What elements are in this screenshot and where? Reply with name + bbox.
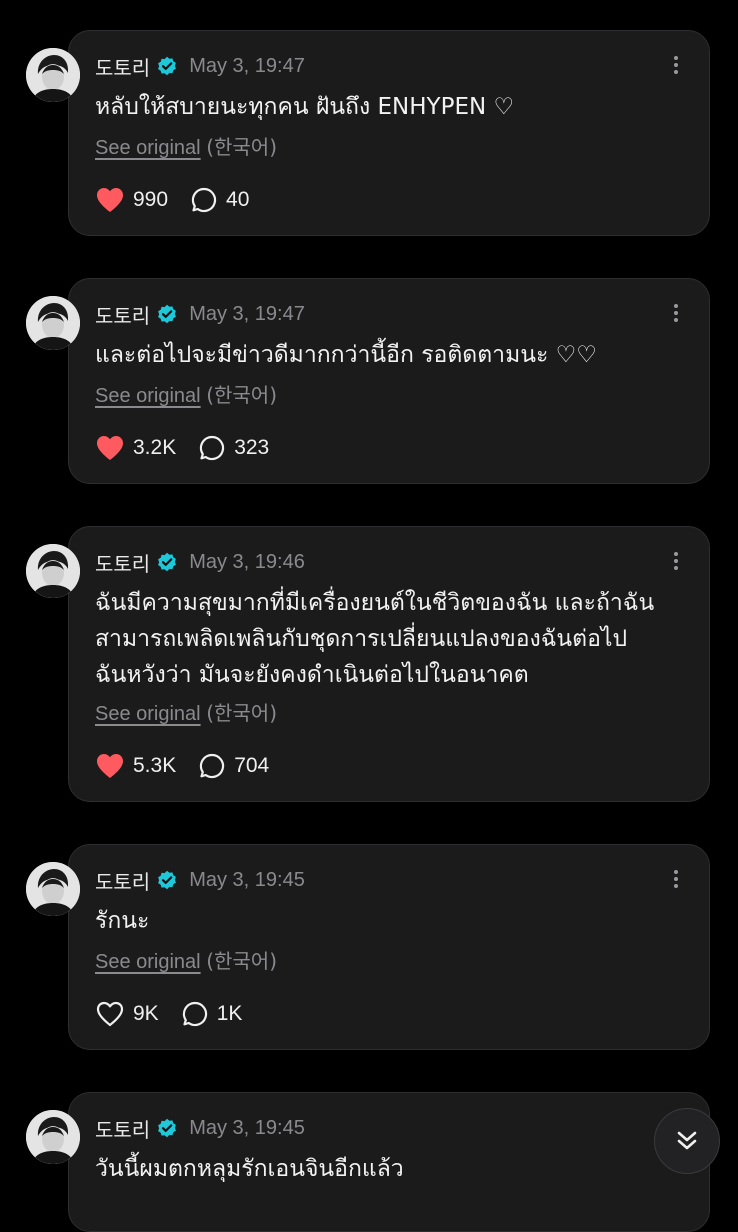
verified-badge-icon bbox=[158, 304, 177, 324]
post-text: วันนี้ผมตกหลุมรักเอนจินอีกแล้ว bbox=[95, 1156, 404, 1182]
post-timestamp: May 3, 19:45 bbox=[189, 1116, 305, 1139]
verified-badge-icon bbox=[158, 552, 177, 572]
speech-bubble-icon bbox=[200, 753, 225, 779]
post-timestamp: May 3, 19:47 bbox=[189, 302, 305, 325]
translation-note: See original (한국어) bbox=[95, 945, 277, 974]
comment-count: 40 bbox=[226, 188, 250, 211]
post-bubble[interactable]: 도토리 May 3, 19:47 หลับให้สบายนะทุกคน ฝันถ… bbox=[68, 30, 710, 236]
translation-note: See original (한국어) bbox=[95, 131, 277, 160]
more-vertical-icon[interactable] bbox=[671, 867, 681, 891]
double-chevron-down-icon bbox=[677, 1131, 697, 1150]
like-button[interactable]: 9K bbox=[95, 1000, 159, 1028]
more-vertical-icon[interactable] bbox=[671, 549, 681, 573]
post-bubble[interactable]: 도토리 May 3, 19:45 วันนี้ผมตกหลุมรักเอนจิน… bbox=[68, 1092, 710, 1232]
avatar[interactable] bbox=[26, 1110, 80, 1164]
avatar[interactable] bbox=[26, 862, 80, 916]
verified-badge-icon bbox=[158, 56, 177, 76]
verified-badge-icon bbox=[158, 1118, 177, 1138]
post-timestamp: May 3, 19:47 bbox=[189, 54, 305, 77]
original-language: (한국어) bbox=[206, 701, 277, 725]
speech-bubble-icon bbox=[182, 1001, 207, 1027]
post-bubble[interactable]: 도토리 May 3, 19:47 และต่อไปจะมีข่าวดีมากกว… bbox=[68, 278, 710, 484]
post-meta: 도토리 May 3, 19:46 bbox=[95, 548, 305, 577]
post-text: รักนะ bbox=[95, 908, 150, 934]
author-name[interactable]: 도토리 bbox=[95, 300, 150, 329]
post-meta: 도토리 May 3, 19:47 bbox=[95, 300, 305, 329]
like-count: 5.3K bbox=[133, 754, 177, 777]
post-meta: 도토리 May 3, 19:45 bbox=[95, 866, 305, 895]
post-meta: 도토리 May 3, 19:45 bbox=[95, 1114, 305, 1143]
avatar[interactable] bbox=[26, 296, 80, 350]
like-button[interactable]: 990 bbox=[95, 186, 168, 214]
see-original-link[interactable]: See original bbox=[95, 951, 201, 973]
speech-bubble-icon bbox=[200, 435, 225, 461]
post-actions: 990 40 bbox=[95, 186, 271, 214]
speech-bubble-icon bbox=[191, 187, 217, 213]
see-original-link[interactable]: See original bbox=[95, 703, 201, 725]
avatar[interactable] bbox=[26, 48, 80, 102]
translation-note: See original (한국어) bbox=[95, 379, 277, 408]
translation-note: See original (한국어) bbox=[95, 697, 277, 726]
see-original-link[interactable]: See original bbox=[95, 385, 201, 407]
post-actions: 5.3K 704 bbox=[95, 752, 291, 780]
author-name[interactable]: 도토리 bbox=[95, 548, 150, 577]
comment-button[interactable]: 704 bbox=[198, 752, 269, 780]
post-meta: 도토리 May 3, 19:47 bbox=[95, 52, 305, 81]
author-name[interactable]: 도토리 bbox=[95, 866, 150, 895]
comment-button[interactable]: 1K bbox=[181, 1000, 243, 1028]
like-count: 3.2K bbox=[133, 436, 177, 459]
post-actions: 3.2K 323 bbox=[95, 434, 291, 462]
comment-count: 1K bbox=[216, 1002, 243, 1025]
heart-icon bbox=[97, 436, 123, 460]
like-button[interactable]: 5.3K bbox=[95, 752, 176, 780]
original-language: (한국어) bbox=[206, 135, 277, 159]
more-vertical-icon[interactable] bbox=[671, 53, 681, 77]
original-language: (한국어) bbox=[206, 383, 277, 407]
verified-badge-icon bbox=[158, 870, 177, 890]
comment-button[interactable]: 323 bbox=[198, 434, 269, 462]
heart-icon bbox=[96, 1001, 124, 1027]
scroll-to-bottom-button[interactable] bbox=[654, 1108, 720, 1174]
like-button[interactable]: 3.2K bbox=[95, 434, 176, 462]
author-name[interactable]: 도토리 bbox=[95, 52, 150, 81]
author-name[interactable]: 도토리 bbox=[95, 1114, 150, 1143]
heart-icon bbox=[97, 754, 123, 778]
post-bubble[interactable]: 도토리 May 3, 19:46 ฉันมีความสุขมากที่มีเคร… bbox=[68, 526, 710, 802]
like-count: 9K bbox=[133, 1002, 159, 1025]
post-timestamp: May 3, 19:46 bbox=[189, 550, 305, 573]
post-timestamp: May 3, 19:45 bbox=[189, 868, 305, 891]
comment-button[interactable]: 40 bbox=[190, 186, 249, 214]
post-feed: 도토리 May 3, 19:47 หลับให้สบายนะทุกคน ฝันถ… bbox=[0, 0, 738, 1232]
post-text: และต่อไปจะมีข่าวดีมากกว่านี้อีก รอติดตาม… bbox=[95, 342, 597, 368]
post-text: ฉันมีความสุขมากที่มีเครื่องยนต์ในชีวิตขอ… bbox=[95, 590, 655, 688]
more-vertical-icon[interactable] bbox=[671, 301, 681, 325]
see-original-link[interactable]: See original bbox=[95, 137, 201, 159]
heart-icon bbox=[97, 188, 123, 212]
avatar[interactable] bbox=[26, 544, 80, 598]
post-text: หลับให้สบายนะทุกคน ฝันถึง ENHYPEN ♡ bbox=[95, 94, 515, 120]
post-actions: 9K 1K bbox=[95, 1000, 264, 1028]
post-bubble[interactable]: 도토리 May 3, 19:45 รักนะ See original (한국어… bbox=[68, 844, 710, 1050]
like-count: 990 bbox=[133, 188, 169, 211]
comment-count: 323 bbox=[234, 436, 270, 459]
comment-count: 704 bbox=[234, 754, 270, 777]
original-language: (한국어) bbox=[206, 949, 277, 973]
